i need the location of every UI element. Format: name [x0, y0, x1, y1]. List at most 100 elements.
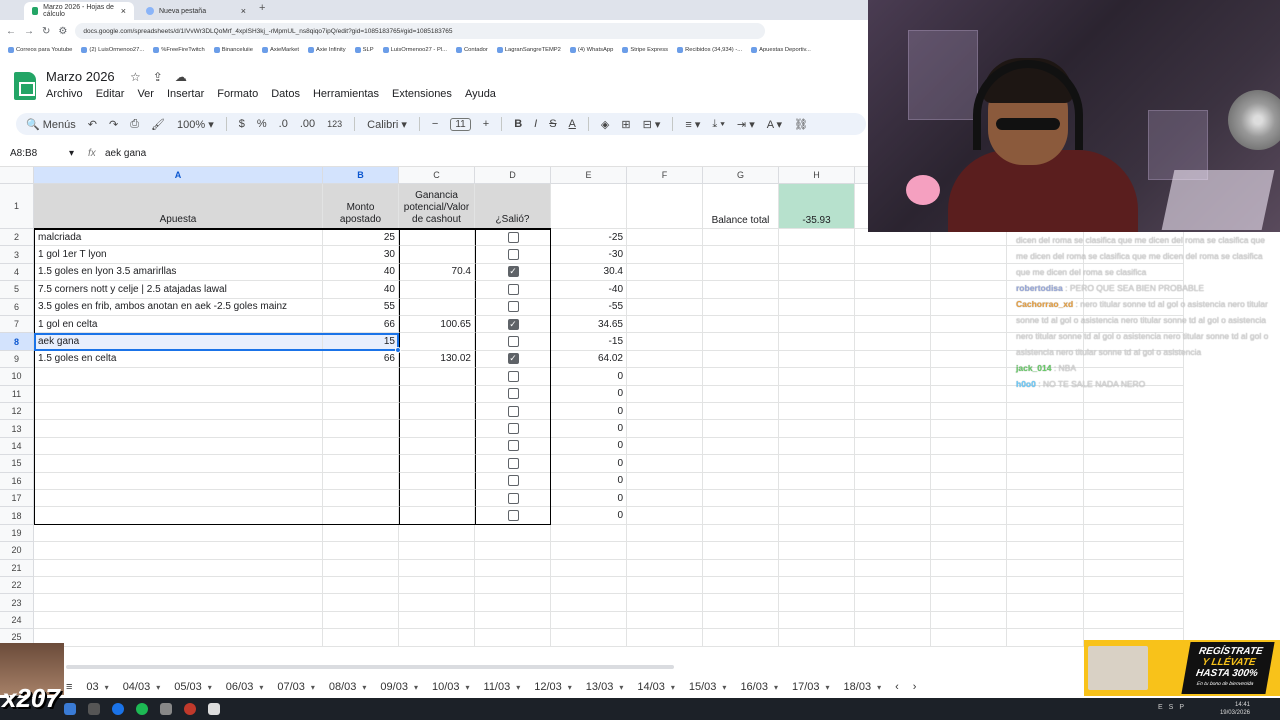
empty-cell[interactable] — [779, 350, 855, 369]
empty-cell[interactable] — [323, 559, 399, 577]
header-ganancia[interactable]: Ganancia potencial/Valor de cashout — [399, 184, 475, 229]
cell-monto[interactable]: 30 — [323, 246, 399, 264]
empty-cell[interactable] — [779, 316, 855, 334]
empty-cell[interactable] — [1084, 559, 1184, 577]
cell-monto[interactable]: 55 — [323, 298, 399, 316]
insert-link-icon[interactable]: ⛓ — [794, 118, 808, 131]
paint-format-icon[interactable]: 🖌 — [151, 118, 165, 131]
empty-cell[interactable] — [703, 611, 779, 630]
empty-cell[interactable] — [627, 542, 703, 560]
empty-cell[interactable] — [703, 420, 779, 438]
empty-cell[interactable] — [931, 333, 1007, 351]
empty-cell[interactable] — [34, 594, 323, 612]
cell-monto[interactable]: 25 — [323, 229, 399, 247]
empty-cell[interactable] — [627, 420, 703, 438]
empty-cell[interactable] — [703, 263, 779, 282]
row-header[interactable]: 15 — [0, 455, 34, 473]
column-header-a[interactable]: A — [34, 167, 323, 184]
cell-monto[interactable] — [323, 437, 399, 456]
print-icon[interactable]: ⎙ — [130, 118, 139, 131]
sheet-tab[interactable]: 03 ▾ — [86, 681, 108, 693]
empty-cell[interactable] — [703, 629, 779, 647]
balance-value[interactable]: -35.93 — [779, 184, 855, 229]
checkbox-unchecked[interactable] — [507, 492, 519, 504]
bookmark[interactable]: Contador — [455, 46, 488, 53]
cell-salio[interactable]: ✓ — [475, 263, 551, 282]
empty-cell[interactable] — [551, 577, 627, 595]
cell-apuesta[interactable] — [34, 437, 323, 456]
sheet-tab[interactable]: 17/03 ▾ — [792, 681, 830, 693]
cell-salio[interactable] — [475, 298, 551, 316]
empty-cell[interactable] — [931, 507, 1007, 525]
empty-cell[interactable] — [855, 350, 931, 369]
empty-cell[interactable] — [931, 542, 1007, 560]
row-header[interactable]: 10 — [0, 368, 34, 386]
menu-extensiones[interactable]: Extensiones — [392, 88, 452, 100]
empty-cell[interactable] — [627, 316, 703, 334]
checkbox-unchecked[interactable] — [507, 457, 519, 469]
empty-cell[interactable] — [627, 629, 703, 647]
sheet-tab[interactable]: 05/03 ▾ — [174, 681, 212, 693]
redo-icon[interactable]: ↷ — [109, 118, 118, 131]
empty-cell[interactable] — [855, 559, 931, 577]
header-monto[interactable]: Monto apostado — [323, 184, 399, 229]
cell-salio[interactable]: ✓ — [475, 316, 551, 334]
bookmark[interactable]: Recibidos (34,934) -... — [677, 46, 742, 53]
empty-cell[interactable] — [855, 507, 931, 525]
move-folder-icon[interactable]: ⇪ — [153, 70, 175, 84]
cell-salio[interactable] — [475, 229, 551, 247]
merge-cells-icon[interactable]: ⊟ ▾ — [643, 118, 661, 131]
empty-cell[interactable] — [703, 246, 779, 264]
empty-cell[interactable] — [627, 333, 703, 351]
empty-cell[interactable] — [779, 472, 855, 490]
cell-ganancia[interactable] — [399, 333, 475, 351]
empty-cell[interactable] — [1084, 611, 1184, 630]
empty-cell[interactable] — [703, 281, 779, 299]
empty-cell[interactable] — [34, 559, 323, 577]
cell-apuesta[interactable] — [34, 420, 323, 438]
empty-cell[interactable] — [323, 524, 399, 543]
cell-monto[interactable] — [323, 420, 399, 438]
empty-cell[interactable] — [627, 594, 703, 612]
bookmark[interactable]: Correos para Youtube — [8, 46, 72, 53]
column-header-e[interactable]: E — [551, 167, 627, 184]
empty-cell[interactable] — [323, 542, 399, 560]
empty-cell[interactable] — [779, 333, 855, 351]
empty-cell[interactable] — [931, 437, 1007, 456]
empty-cell[interactable] — [931, 385, 1007, 403]
select-all-corner[interactable] — [0, 167, 34, 184]
row-header[interactable]: 23 — [0, 594, 34, 612]
cell-apuesta[interactable]: 7.5 corners nott y celje | 2.5 atajadas … — [34, 281, 323, 299]
search-menus[interactable]: 🔍 Menús — [26, 118, 76, 131]
balance-label[interactable]: Balance total — [703, 184, 779, 229]
cell-monto[interactable]: 40 — [323, 263, 399, 282]
empty-cell[interactable] — [931, 455, 1007, 473]
checkbox-unchecked[interactable] — [507, 423, 519, 435]
row-header[interactable]: 22 — [0, 577, 34, 595]
empty-cell[interactable] — [323, 629, 399, 647]
cell-ganancia[interactable]: 70.4 — [399, 263, 475, 282]
cell-monto[interactable] — [323, 385, 399, 403]
cell-apuesta[interactable]: aek gana — [34, 333, 323, 351]
column-header-g[interactable]: G — [703, 167, 779, 184]
cell-ganancia[interactable] — [399, 437, 475, 456]
checkbox-unchecked[interactable] — [507, 231, 519, 243]
empty-cell[interactable] — [855, 281, 931, 299]
empty-cell[interactable] — [1007, 577, 1084, 595]
close-tab-icon[interactable]: × — [121, 6, 126, 16]
row-header[interactable]: 12 — [0, 403, 34, 421]
cell-resultado[interactable]: -55 — [551, 298, 627, 316]
cell-resultado[interactable]: -15 — [551, 333, 627, 351]
font-size-decrease-icon[interactable]: − — [432, 118, 438, 130]
cell-ganancia[interactable] — [399, 368, 475, 386]
cell-resultado[interactable]: 0 — [551, 420, 627, 438]
empty-cell[interactable] — [779, 594, 855, 612]
checkbox-unchecked[interactable] — [507, 336, 519, 348]
percent-button[interactable]: % — [257, 118, 267, 130]
cell-apuesta[interactable]: 1.5 goles en lyon 3.5 amarirllas — [34, 263, 323, 282]
zoom-select[interactable]: 100% ▾ — [177, 118, 214, 131]
empty-cell[interactable] — [703, 385, 779, 403]
empty-cell[interactable] — [399, 594, 475, 612]
row-header[interactable]: 4 — [0, 263, 34, 282]
empty-cell[interactable] — [931, 281, 1007, 299]
